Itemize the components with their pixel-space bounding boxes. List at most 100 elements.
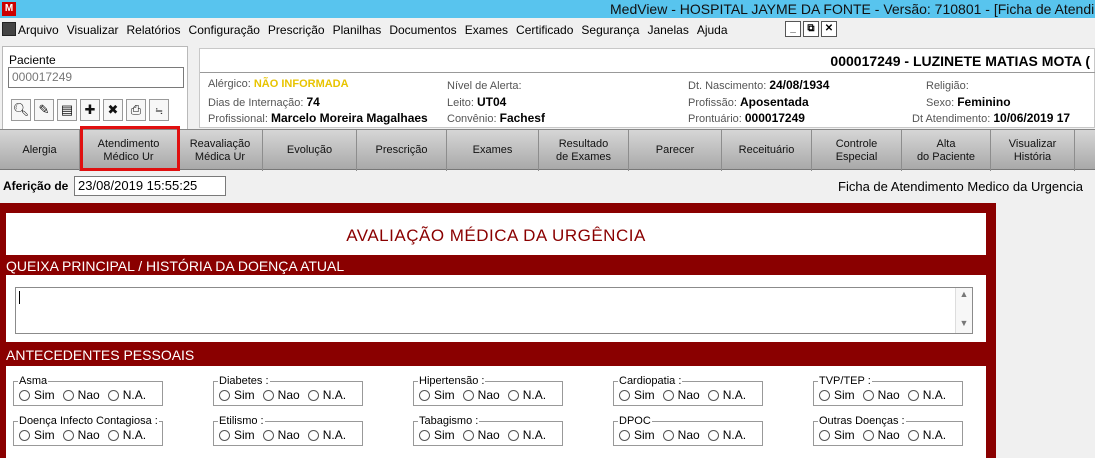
radio-option[interactable]: Nao (862, 428, 900, 442)
radio-option[interactable]: N.A. (907, 428, 946, 442)
radio-button[interactable] (819, 389, 830, 401)
edit-icon[interactable]: ✎ (34, 99, 54, 121)
radio-button[interactable] (107, 389, 119, 401)
radio-button[interactable] (19, 429, 30, 441)
radio-option[interactable]: Nao (462, 428, 500, 442)
radio-option[interactable]: Sim (619, 428, 655, 442)
folders-icon[interactable]: ▤ (57, 99, 77, 121)
radio-button[interactable] (107, 429, 119, 441)
minimize-icon[interactable]: _ (785, 21, 801, 37)
radio-option[interactable]: Sim (819, 428, 855, 442)
tab-resultado-exames[interactable]: Resultado de Exames (539, 130, 629, 171)
radio-button[interactable] (262, 389, 274, 401)
tab-alta-paciente[interactable]: Alta do Paciente (902, 130, 991, 171)
radio-option[interactable]: N.A. (307, 388, 346, 402)
radio-button[interactable] (219, 389, 230, 401)
menu-relatorios[interactable]: Relatórios (127, 18, 187, 42)
restore-icon[interactable]: ⧉ (803, 21, 819, 37)
menu-planilhas[interactable]: Planilhas (333, 18, 388, 42)
radio-button[interactable] (862, 429, 874, 441)
radio-button[interactable] (619, 389, 630, 401)
tab-reavaliacao-medica[interactable]: Reavaliação Médica Ur (178, 130, 263, 171)
menu-certificado[interactable]: Certificado (516, 18, 579, 42)
radio-option[interactable]: Nao (262, 388, 300, 402)
radio-option[interactable]: N.A. (107, 388, 146, 402)
menu-seguranca[interactable]: Segurança (581, 18, 645, 42)
radio-button[interactable] (662, 389, 674, 401)
menu-visualizar[interactable]: Visualizar (67, 18, 125, 42)
radio-option[interactable]: Sim (619, 388, 655, 402)
radio-button[interactable] (462, 429, 474, 441)
radio-button[interactable] (819, 429, 830, 441)
radio-option[interactable]: Sim (819, 388, 855, 402)
radio-option[interactable]: N.A. (307, 428, 346, 442)
menu-ajuda[interactable]: Ajuda (697, 18, 734, 42)
scroll-up-icon[interactable]: ▲ (956, 289, 972, 303)
menu-exames[interactable]: Exames (465, 18, 514, 42)
radio-option[interactable]: Sim (419, 428, 455, 442)
radio-option[interactable]: Nao (462, 388, 500, 402)
print-icon[interactable]: ⎙ (126, 99, 146, 121)
tab-prescricao[interactable]: Prescrição (357, 130, 447, 171)
radio-button[interactable] (907, 389, 919, 401)
radio-button[interactable] (219, 429, 230, 441)
tab-evolucao[interactable]: Evolução (263, 130, 357, 171)
close-icon[interactable]: ✕ (821, 21, 837, 37)
radio-option[interactable]: N.A. (707, 428, 746, 442)
radio-button[interactable] (262, 429, 274, 441)
radio-button[interactable] (707, 389, 719, 401)
radio-option[interactable]: N.A. (507, 388, 546, 402)
tab-receituario[interactable]: Receituário (722, 130, 812, 171)
menu-prescricao[interactable]: Prescrição (268, 18, 331, 42)
radio-button[interactable] (19, 389, 30, 401)
tab-parecer[interactable]: Parecer (629, 130, 722, 171)
radio-button[interactable] (419, 429, 430, 441)
search-icon[interactable]: 🔍︎ (11, 99, 31, 121)
radio-button[interactable] (62, 389, 74, 401)
tab-exames[interactable]: Exames (447, 130, 539, 171)
menu-configuracao[interactable]: Configuração (189, 18, 266, 42)
radio-button[interactable] (507, 389, 519, 401)
radio-option[interactable]: Nao (862, 388, 900, 402)
radio-button[interactable] (907, 429, 919, 441)
radio-option[interactable]: Sim (219, 388, 255, 402)
radio-option[interactable]: N.A. (507, 428, 546, 442)
radio-option[interactable]: Sim (19, 388, 55, 402)
tab-visualizar-historia[interactable]: Visualizar História (991, 130, 1075, 171)
afericao-input[interactable]: 23/08/2019 15:55:25 (74, 176, 226, 196)
radio-option[interactable]: Nao (662, 388, 700, 402)
delete-icon[interactable]: ✖ (103, 99, 123, 121)
document-icon[interactable] (2, 22, 16, 36)
radio-option[interactable]: Nao (662, 428, 700, 442)
radio-option[interactable]: Nao (262, 428, 300, 442)
menu-arquivo[interactable]: Arquivo (18, 18, 65, 42)
radio-button[interactable] (419, 389, 430, 401)
queixa-textarea[interactable]: ▲ ▼ (15, 287, 973, 334)
radio-option[interactable]: Sim (219, 428, 255, 442)
radio-option[interactable]: N.A. (907, 388, 946, 402)
scrollbar[interactable]: ▲ ▼ (955, 288, 972, 333)
radio-button[interactable] (62, 429, 74, 441)
radio-button[interactable] (507, 429, 519, 441)
scroll-down-icon[interactable]: ▼ (956, 318, 972, 332)
radio-button[interactable] (307, 429, 319, 441)
radio-button[interactable] (707, 429, 719, 441)
radio-button[interactable] (307, 389, 319, 401)
radio-option[interactable]: Sim (19, 428, 55, 442)
radio-button[interactable] (662, 429, 674, 441)
radio-button[interactable] (862, 389, 874, 401)
patient-id-input[interactable]: 000017249 (8, 67, 184, 88)
tab-alergia[interactable]: Alergia (0, 130, 80, 171)
radio-option[interactable]: Nao (62, 428, 100, 442)
radio-option[interactable]: N.A. (107, 428, 146, 442)
medical-kit-icon[interactable]: ✚ (80, 99, 100, 121)
menu-documentos[interactable]: Documentos (389, 18, 462, 42)
tab-controle-especial[interactable]: Controle Especial (812, 130, 902, 171)
menu-janelas[interactable]: Janelas (647, 18, 694, 42)
grid-icon[interactable]: ⨫ (149, 99, 169, 121)
radio-button[interactable] (462, 389, 474, 401)
radio-option[interactable]: Nao (62, 388, 100, 402)
radio-button[interactable] (619, 429, 630, 441)
radio-option[interactable]: Sim (419, 388, 455, 402)
radio-option[interactable]: N.A. (707, 388, 746, 402)
